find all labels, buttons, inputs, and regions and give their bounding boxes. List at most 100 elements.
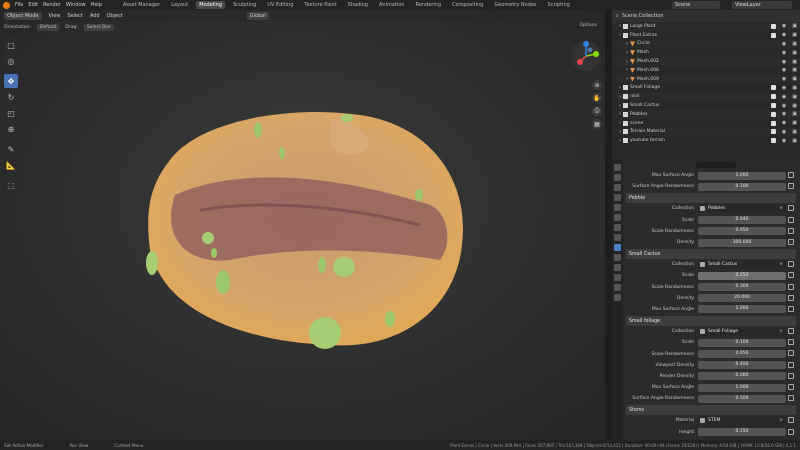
orientation-dropdown[interactable]: Default [36, 23, 60, 31]
render-camera-icon[interactable]: ▣ [792, 67, 797, 73]
number-field[interactable]: 0.000 [698, 372, 786, 381]
render-camera-icon[interactable]: ▣ [792, 85, 797, 91]
render-camera-icon[interactable]: ▣ [792, 23, 797, 29]
keyframe-toggle-icon[interactable] [788, 350, 794, 357]
collection-tab-icon[interactable] [614, 224, 621, 231]
outliner-row[interactable]: › Pebbles ◉ ▣ [612, 109, 800, 119]
add-cube-icon[interactable]: ⬚ [4, 178, 18, 192]
number-field[interactable]: 0.300 [698, 283, 786, 292]
render-camera-icon[interactable]: ▣ [792, 41, 797, 47]
exclude-checkbox[interactable] [770, 32, 776, 38]
scale-icon[interactable]: ◰ [4, 106, 18, 120]
render-tab-icon[interactable] [614, 174, 621, 181]
tab-rendering[interactable]: Rendering [412, 1, 444, 9]
drag-dropdown[interactable]: Select Box [83, 23, 114, 31]
tab-shading[interactable]: Shading [345, 1, 371, 9]
expand-arrow-icon[interactable]: › [619, 23, 621, 29]
expand-arrow-icon[interactable]: › [619, 94, 621, 100]
visibility-eye-icon[interactable]: ◉ [782, 41, 786, 47]
material-tab-icon[interactable] [614, 294, 621, 301]
keyframe-toggle-icon[interactable] [788, 238, 794, 245]
keyframe-toggle-icon[interactable] [788, 272, 794, 279]
tab-texture-paint[interactable]: Texture Paint [301, 1, 339, 9]
render-camera-icon[interactable]: ▣ [792, 129, 797, 135]
visibility-eye-icon[interactable]: ◉ [782, 120, 786, 126]
outliner-row[interactable]: › Mesh.006 ◉ ▣ [612, 66, 800, 75]
visibility-eye-icon[interactable]: ◉ [782, 85, 786, 91]
keyframe-toggle-icon[interactable] [788, 395, 794, 402]
outliner-row[interactable]: › Mesh.009 ◉ ▣ [612, 74, 800, 84]
render-camera-icon[interactable]: ▣ [792, 94, 797, 100]
menu-render[interactable]: Render [43, 2, 61, 8]
expand-arrow-icon[interactable]: › [619, 32, 621, 38]
keyframe-toggle-icon[interactable] [788, 328, 794, 335]
menu-view[interactable]: View [49, 13, 61, 19]
render-camera-icon[interactable]: ▣ [792, 32, 797, 38]
render-camera-icon[interactable]: ▣ [792, 103, 797, 109]
keyframe-toggle-icon[interactable] [788, 261, 794, 268]
outliner-search-icon[interactable]: ⌕ [616, 13, 619, 19]
physics-tab-icon[interactable] [614, 264, 621, 271]
visibility-eye-icon[interactable]: ◉ [782, 138, 786, 144]
visibility-eye-icon[interactable]: ◉ [782, 129, 786, 135]
menu-window[interactable]: Window [66, 2, 86, 8]
expand-arrow-icon[interactable]: › [626, 67, 628, 73]
visibility-eye-icon[interactable]: ◉ [782, 76, 786, 82]
exclude-checkbox[interactable] [770, 138, 776, 144]
number-field[interactable]: 0.050 [698, 350, 786, 359]
menu-object[interactable]: Object [107, 13, 123, 19]
tab-asset-manager[interactable]: Asset Manager [120, 1, 163, 9]
clear-icon[interactable]: × [779, 261, 783, 269]
tab-layout[interactable]: Layout [168, 1, 191, 9]
exclude-checkbox[interactable] [770, 94, 776, 100]
number-field[interactable]: 0.500 [698, 394, 786, 403]
menu-edit[interactable]: Edit [28, 2, 38, 8]
outliner-row[interactable]: › rock ◉ ▣ [612, 92, 800, 102]
clear-icon[interactable]: × [779, 328, 783, 336]
expand-arrow-icon[interactable]: › [626, 50, 628, 56]
grid-icon[interactable]: ▦ [592, 119, 602, 129]
object-tab-icon[interactable] [614, 234, 621, 241]
tab-geometry-nodes[interactable]: Geometry Nodes [491, 1, 539, 9]
visibility-eye-icon[interactable]: ◉ [782, 111, 786, 117]
number-field[interactable]: 0.100 [698, 338, 786, 347]
transform-orientation-dropdown[interactable]: Global [246, 12, 269, 20]
render-camera-icon[interactable]: ▣ [792, 138, 797, 144]
expand-arrow-icon[interactable]: › [626, 76, 628, 82]
number-field[interactable]: 1.000 [698, 383, 786, 392]
exclude-checkbox[interactable] [770, 111, 776, 117]
render-camera-icon[interactable]: ▣ [792, 120, 797, 126]
blender-logo-icon[interactable] [3, 1, 10, 9]
panel-section-header[interactable]: Small Cactus [626, 249, 796, 260]
keyframe-toggle-icon[interactable] [788, 227, 794, 234]
select-box-icon[interactable]: ▢ [4, 38, 18, 52]
visibility-eye-icon[interactable]: ◉ [782, 32, 786, 38]
mode-dropdown[interactable]: Object Mode [4, 12, 42, 20]
object-field[interactable]: Pebbles × [698, 204, 786, 213]
menu-select[interactable]: Select [67, 13, 82, 19]
object-field[interactable]: Small Foliage × [698, 327, 786, 336]
outliner-row[interactable]: › Circle ◉ ▣ [612, 39, 800, 49]
panel-section-header[interactable]: Small foliage [626, 316, 796, 327]
world-tab-icon[interactable] [614, 214, 621, 221]
outliner-row[interactable]: › Plant Extras ◉ ▣ [612, 31, 800, 40]
number-field[interactable]: 0.050 [698, 227, 786, 236]
tab-uv-editing[interactable]: UV Editing [264, 1, 296, 9]
tool-tab-icon[interactable] [614, 164, 621, 171]
visibility-eye-icon[interactable]: ◉ [782, 94, 786, 100]
output-tab-icon[interactable] [614, 184, 621, 191]
expand-arrow-icon[interactable]: › [619, 85, 621, 91]
tab-sculpting[interactable]: Sculpting [230, 1, 259, 9]
expand-arrow-icon[interactable]: › [619, 129, 621, 135]
number-field[interactable]: 1.000 [698, 171, 786, 180]
visibility-eye-icon[interactable]: ◉ [782, 103, 786, 109]
keyframe-toggle-icon[interactable] [788, 361, 794, 368]
tab-scripting[interactable]: Scripting [545, 1, 573, 9]
panel-section-header[interactable]: Pebble [626, 193, 796, 204]
render-camera-icon[interactable]: ▣ [792, 76, 797, 82]
menu-add[interactable]: Add [90, 13, 100, 19]
render-camera-icon[interactable]: ▣ [792, 111, 797, 117]
annotate-icon[interactable]: ✎ [4, 142, 18, 156]
exclude-checkbox[interactable] [770, 23, 776, 29]
clear-icon[interactable]: × [779, 417, 783, 425]
